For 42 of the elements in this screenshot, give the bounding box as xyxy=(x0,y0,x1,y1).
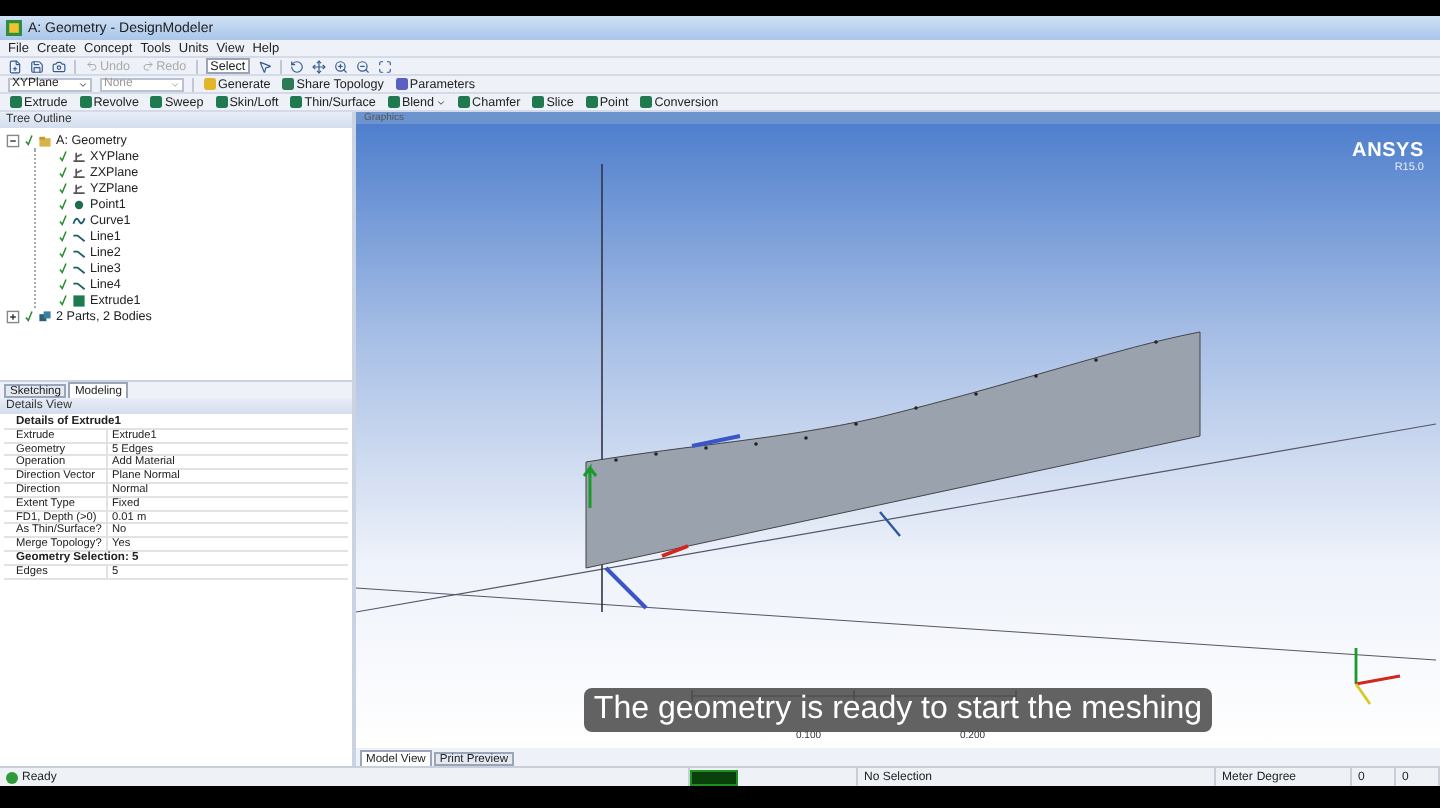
expand-icon[interactable] xyxy=(6,309,20,323)
save-icon[interactable] xyxy=(30,59,44,73)
feature-icon xyxy=(585,96,598,108)
tool-icon xyxy=(282,78,295,90)
pointer-icon[interactable] xyxy=(257,59,272,73)
feature-icon xyxy=(387,96,400,108)
feature-icon xyxy=(290,96,303,108)
feature-icon xyxy=(215,96,228,108)
mode-indicator xyxy=(690,769,738,785)
axis-triad-icon xyxy=(1354,648,1401,705)
zoom-in-icon[interactable] xyxy=(333,59,348,73)
logo-text: ANSYS xyxy=(1352,140,1424,162)
check-icon xyxy=(24,134,34,146)
feature-icon xyxy=(640,96,653,108)
caret-icon xyxy=(170,79,180,89)
zoom-out-icon[interactable] xyxy=(355,59,370,73)
parts-icon xyxy=(38,309,52,323)
feature-icon xyxy=(10,96,22,108)
extrude-icon xyxy=(72,293,86,307)
feature-icon xyxy=(532,96,545,108)
feature-icon xyxy=(79,96,92,108)
status-icon xyxy=(6,771,18,783)
point-icon xyxy=(72,197,86,211)
curve-icon xyxy=(72,213,86,227)
tool-icon xyxy=(395,78,408,90)
collapse-icon[interactable] xyxy=(6,133,20,147)
new-file-icon[interactable] xyxy=(8,59,22,73)
check-icon xyxy=(24,310,34,322)
video-caption: The geometry is ready to start the meshing xyxy=(583,688,1213,732)
feature-icon xyxy=(150,96,163,108)
folder-icon xyxy=(38,133,52,147)
rotate-icon[interactable] xyxy=(289,59,304,73)
feature-icon xyxy=(458,96,471,108)
camera-icon[interactable] xyxy=(52,59,66,73)
caret-icon xyxy=(436,97,447,107)
undo-icon xyxy=(86,60,98,72)
redo-icon xyxy=(142,60,155,72)
pan-icon[interactable] xyxy=(311,59,326,73)
fit-icon[interactable] xyxy=(377,59,392,73)
tool-icon xyxy=(204,78,216,90)
caret-icon xyxy=(78,79,88,89)
app-icon xyxy=(6,20,22,36)
